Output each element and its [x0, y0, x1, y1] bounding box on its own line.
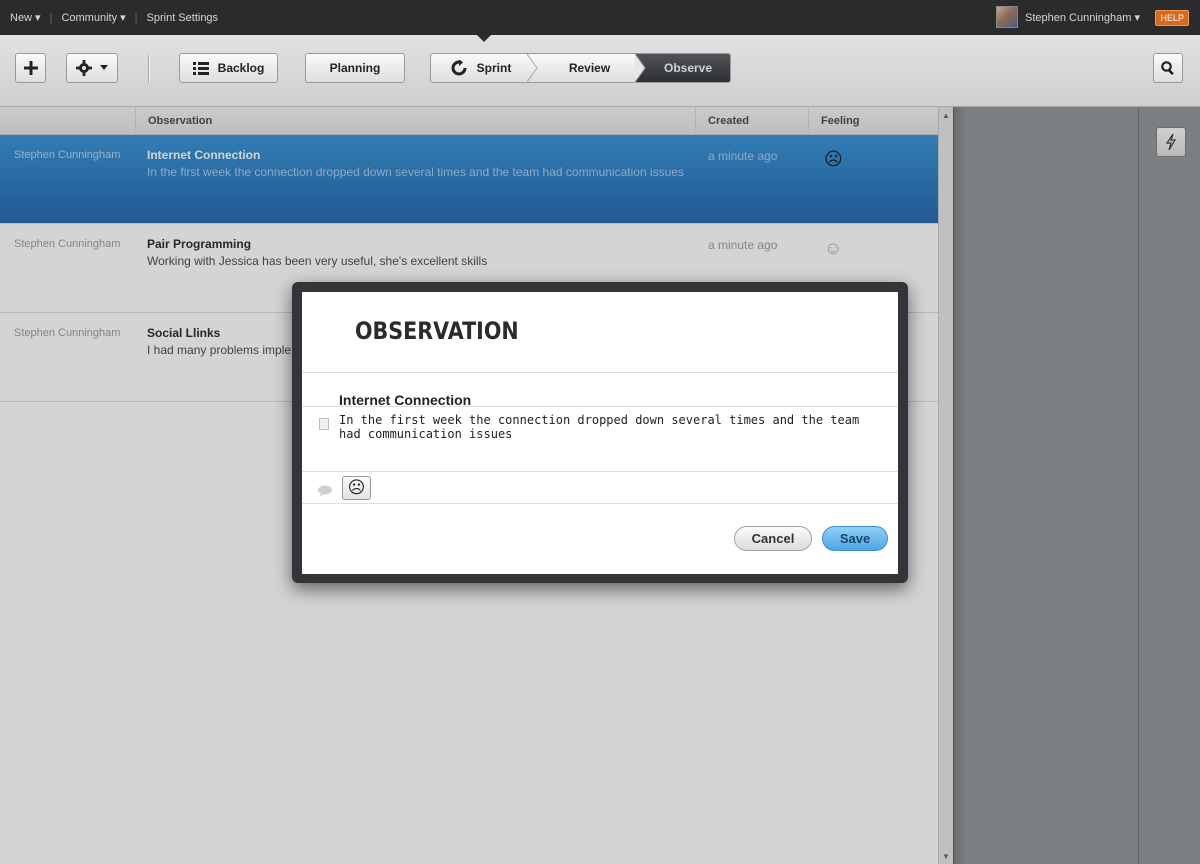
dialog-heading: OBSERVATION — [355, 317, 519, 345]
user-name[interactable]: Stephen Cunningham ▾ — [1025, 11, 1140, 24]
sprint-settings-link[interactable]: Sprint Settings — [147, 12, 219, 24]
cancel-button[interactable]: Cancel — [734, 526, 812, 551]
divider — [302, 471, 898, 472]
feeling-selector-button[interactable]: ☹ — [342, 476, 371, 500]
gear-icon — [76, 60, 92, 76]
nav-separator: | — [49, 11, 53, 24]
divider — [302, 406, 898, 407]
plus-icon — [23, 61, 38, 75]
backlog-label: Backlog — [217, 61, 265, 75]
user-menu[interactable]: Stephen Cunningham ▾ — [996, 6, 1140, 28]
caret-down-icon — [100, 65, 108, 70]
backlog-button[interactable]: Backlog — [179, 53, 278, 83]
nav-separator: | — [134, 11, 138, 24]
tab-observe[interactable]: Observe — [636, 54, 730, 82]
document-icon — [319, 418, 329, 430]
avatar — [996, 6, 1018, 28]
cycle-icon — [451, 60, 467, 76]
tab-sprint[interactable]: Sprint — [431, 54, 531, 82]
tab-review-label: Review — [568, 61, 611, 75]
new-menu[interactable]: New ▾ — [10, 11, 41, 24]
observation-description-field[interactable]: In the first week the connection dropped… — [339, 413, 879, 441]
active-pointer-notch — [476, 34, 492, 42]
tab-observe-label: Observe — [663, 61, 713, 75]
divider — [302, 503, 898, 504]
comment-icon — [318, 485, 332, 497]
top-nav: New ▾ | Community ▾ | Sprint Settings — [10, 11, 219, 25]
add-button[interactable] — [15, 53, 46, 83]
list-icon — [192, 61, 209, 75]
tab-review[interactable]: Review — [537, 54, 642, 82]
workflow-steps: Sprint Review Observe — [430, 53, 731, 83]
dialog-body: OBSERVATION Internet Connection In the f… — [302, 292, 898, 574]
community-menu[interactable]: Community ▾ — [61, 11, 125, 24]
toolbar-divider — [148, 55, 149, 83]
planning-label: Planning — [329, 61, 381, 75]
divider — [302, 372, 898, 373]
tab-sprint-label: Sprint — [476, 61, 512, 75]
search-icon — [1161, 61, 1174, 75]
observation-dialog: OBSERVATION Internet Connection In the f… — [292, 282, 908, 583]
help-button[interactable]: HELP — [1155, 10, 1189, 26]
toolbar: Backlog Planning Sprint Review Observe — [0, 35, 1200, 107]
save-button[interactable]: Save — [822, 526, 888, 551]
step-chevron — [635, 54, 646, 82]
search-button[interactable] — [1153, 53, 1183, 83]
settings-button[interactable] — [66, 53, 118, 83]
top-bar: New ▾ | Community ▾ | Sprint Settings St… — [0, 0, 1200, 35]
planning-button[interactable]: Planning — [305, 53, 405, 83]
